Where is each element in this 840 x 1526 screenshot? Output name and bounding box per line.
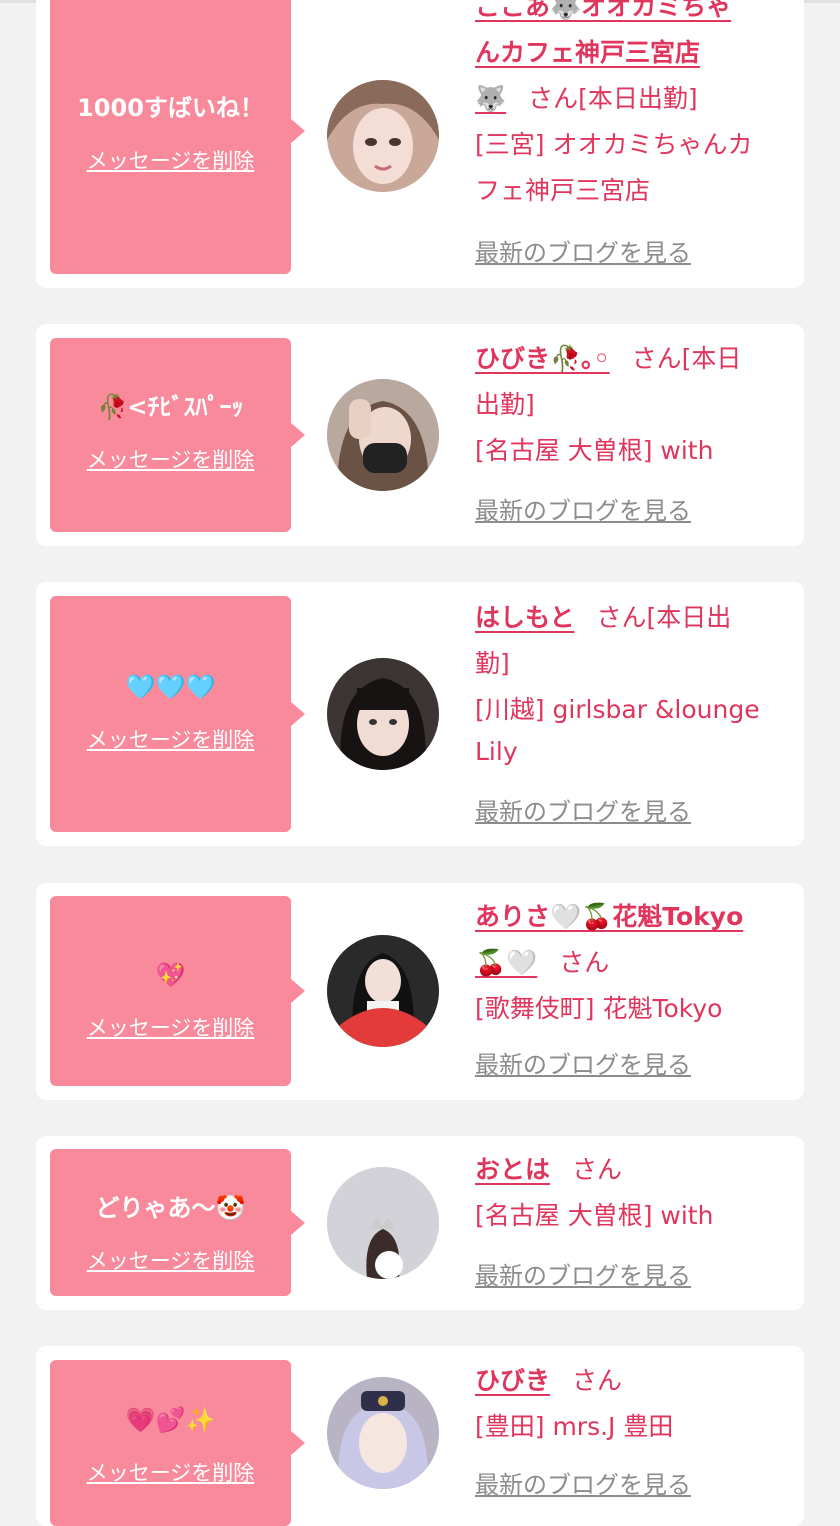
cast-info: ここあ🐺オオカミちゃ んカフェ神戸三宮店 🐺 さん[本日出勤] [三宮] オオカミ… xyxy=(475,0,795,214)
message-bubble: 💗💕✨ メッセージを削除 xyxy=(50,1360,305,1526)
cast-info: はしもと さん[本日出 勤] [川越] girlsbar &lounge Lily xyxy=(475,595,795,771)
message-text: 💗💕✨ xyxy=(125,1406,216,1434)
store-text: [川越] girlsbar &lounge xyxy=(475,695,760,724)
message-text: 🩵🩵🩵 xyxy=(125,673,216,701)
message-card: どりゃあ〜🤡 メッセージを削除 おとは さん [名古屋 大曽根] with 最新の… xyxy=(36,1136,804,1310)
cast-info: ひびき🥀｡◦ さん[本日 出勤] [名古屋 大曽根] with xyxy=(475,336,795,474)
avatar[interactable] xyxy=(327,658,439,770)
cast-name-link[interactable]: ありさ🤍🍒花魁Tokyo xyxy=(475,902,743,931)
cast-info: ありさ🤍🍒花魁Tokyo 🍒🤍 さん [歌舞伎町] 花魁Tokyo xyxy=(475,894,795,1032)
status-text: さん xyxy=(572,1155,623,1184)
status-text: さん xyxy=(572,1366,623,1395)
cast-name-link[interactable]: ひびき🥀｡◦ xyxy=(475,344,610,373)
message-text: 1000すばいね！ xyxy=(77,94,264,122)
store-text-cont: フェ神戸三宮店 xyxy=(475,176,651,205)
message-text: 💖 xyxy=(155,961,186,989)
delete-message-link[interactable]: メッセージを削除 xyxy=(50,726,291,754)
cast-info: おとは さん [名古屋 大曽根] with xyxy=(475,1147,795,1239)
delete-message-link[interactable]: メッセージを削除 xyxy=(50,1014,291,1042)
latest-blog-link[interactable]: 最新のブログを見る xyxy=(475,796,691,828)
message-bubble: 🥀<ﾁﾋﾞｽﾊﾟｰｯ メッセージを削除 xyxy=(50,338,305,532)
cast-name-link[interactable]: ひびき xyxy=(475,1366,550,1395)
status-text: さん[本日出勤] xyxy=(528,84,698,113)
delete-message-link[interactable]: メッセージを削除 xyxy=(50,147,291,175)
avatar[interactable] xyxy=(327,379,439,491)
message-text: どりゃあ〜🤡 xyxy=(95,1194,246,1222)
status-text-cont: 出勤] xyxy=(475,390,535,419)
status-text: さん[本日出 xyxy=(596,603,732,632)
store-text: [三宮] オオカミちゃんカ xyxy=(475,130,753,159)
store-text: [名古屋 大曽根] with xyxy=(475,436,714,465)
latest-blog-link[interactable]: 最新のブログを見る xyxy=(475,1049,691,1081)
store-text: [豊田] mrs.J 豊田 xyxy=(475,1412,674,1441)
cast-info: ひびき さん [豊田] mrs.J 豊田 xyxy=(475,1358,795,1450)
delete-message-link[interactable]: メッセージを削除 xyxy=(50,1247,291,1275)
message-card: 🥀<ﾁﾋﾞｽﾊﾟｰｯ メッセージを削除 ひびき🥀｡◦ さん[本日 出勤] [名古屋… xyxy=(36,324,804,546)
avatar[interactable] xyxy=(327,80,439,192)
cast-name-link[interactable]: はしもと xyxy=(475,603,575,632)
status-text: さん xyxy=(559,948,610,977)
message-card: 💖 メッセージを削除 ありさ🤍🍒花魁Tokyo 🍒🤍 さん [歌舞伎町] 花魁To… xyxy=(36,883,804,1100)
status-text: さん[本日 xyxy=(631,344,742,373)
avatar[interactable] xyxy=(327,1167,439,1279)
message-card: 1000すばいね！ メッセージを削除 ここあ🐺オオカミちゃ んカフェ神戸三宮店 … xyxy=(36,0,804,288)
cast-name-link-tail[interactable]: 🐺 xyxy=(475,84,506,113)
delete-message-link[interactable]: メッセージを削除 xyxy=(50,446,291,474)
latest-blog-link[interactable]: 最新のブログを見る xyxy=(475,1469,691,1501)
latest-blog-link[interactable]: 最新のブログを見る xyxy=(475,237,691,269)
latest-blog-link[interactable]: 最新のブログを見る xyxy=(475,1260,691,1292)
cast-name-link[interactable]: おとは xyxy=(475,1155,550,1184)
store-text: [歌舞伎町] 花魁Tokyo xyxy=(475,994,723,1023)
message-bubble: 1000すばいね！ メッセージを削除 xyxy=(50,0,305,274)
store-text-cont: Lily xyxy=(475,737,518,766)
latest-blog-link[interactable]: 最新のブログを見る xyxy=(475,495,691,527)
message-bubble: どりゃあ〜🤡 メッセージを削除 xyxy=(50,1149,305,1296)
delete-message-link[interactable]: メッセージを削除 xyxy=(50,1459,291,1487)
message-text: 🥀<ﾁﾋﾞｽﾊﾟｰｯ xyxy=(97,393,244,421)
store-text: [名古屋 大曽根] with xyxy=(475,1201,714,1230)
message-bubble: 💖 メッセージを削除 xyxy=(50,896,305,1086)
cast-name-link[interactable]: ここあ🐺オオカミちゃ xyxy=(475,0,731,21)
cast-name-link-cont[interactable]: んカフェ神戸三宮店 xyxy=(475,38,700,67)
message-card: 💗💕✨ メッセージを削除 ひびき さん [豊田] mrs.J 豊田 最新のブログを… xyxy=(36,1346,804,1526)
avatar[interactable] xyxy=(327,935,439,1047)
cast-name-link-tail[interactable]: 🍒🤍 xyxy=(475,948,537,977)
status-text-cont: 勤] xyxy=(475,649,510,678)
message-card: 🩵🩵🩵 メッセージを削除 はしもと さん[本日出 勤] [川越] girlsbar… xyxy=(36,582,804,846)
message-bubble: 🩵🩵🩵 メッセージを削除 xyxy=(50,596,305,832)
avatar[interactable] xyxy=(327,1377,439,1489)
